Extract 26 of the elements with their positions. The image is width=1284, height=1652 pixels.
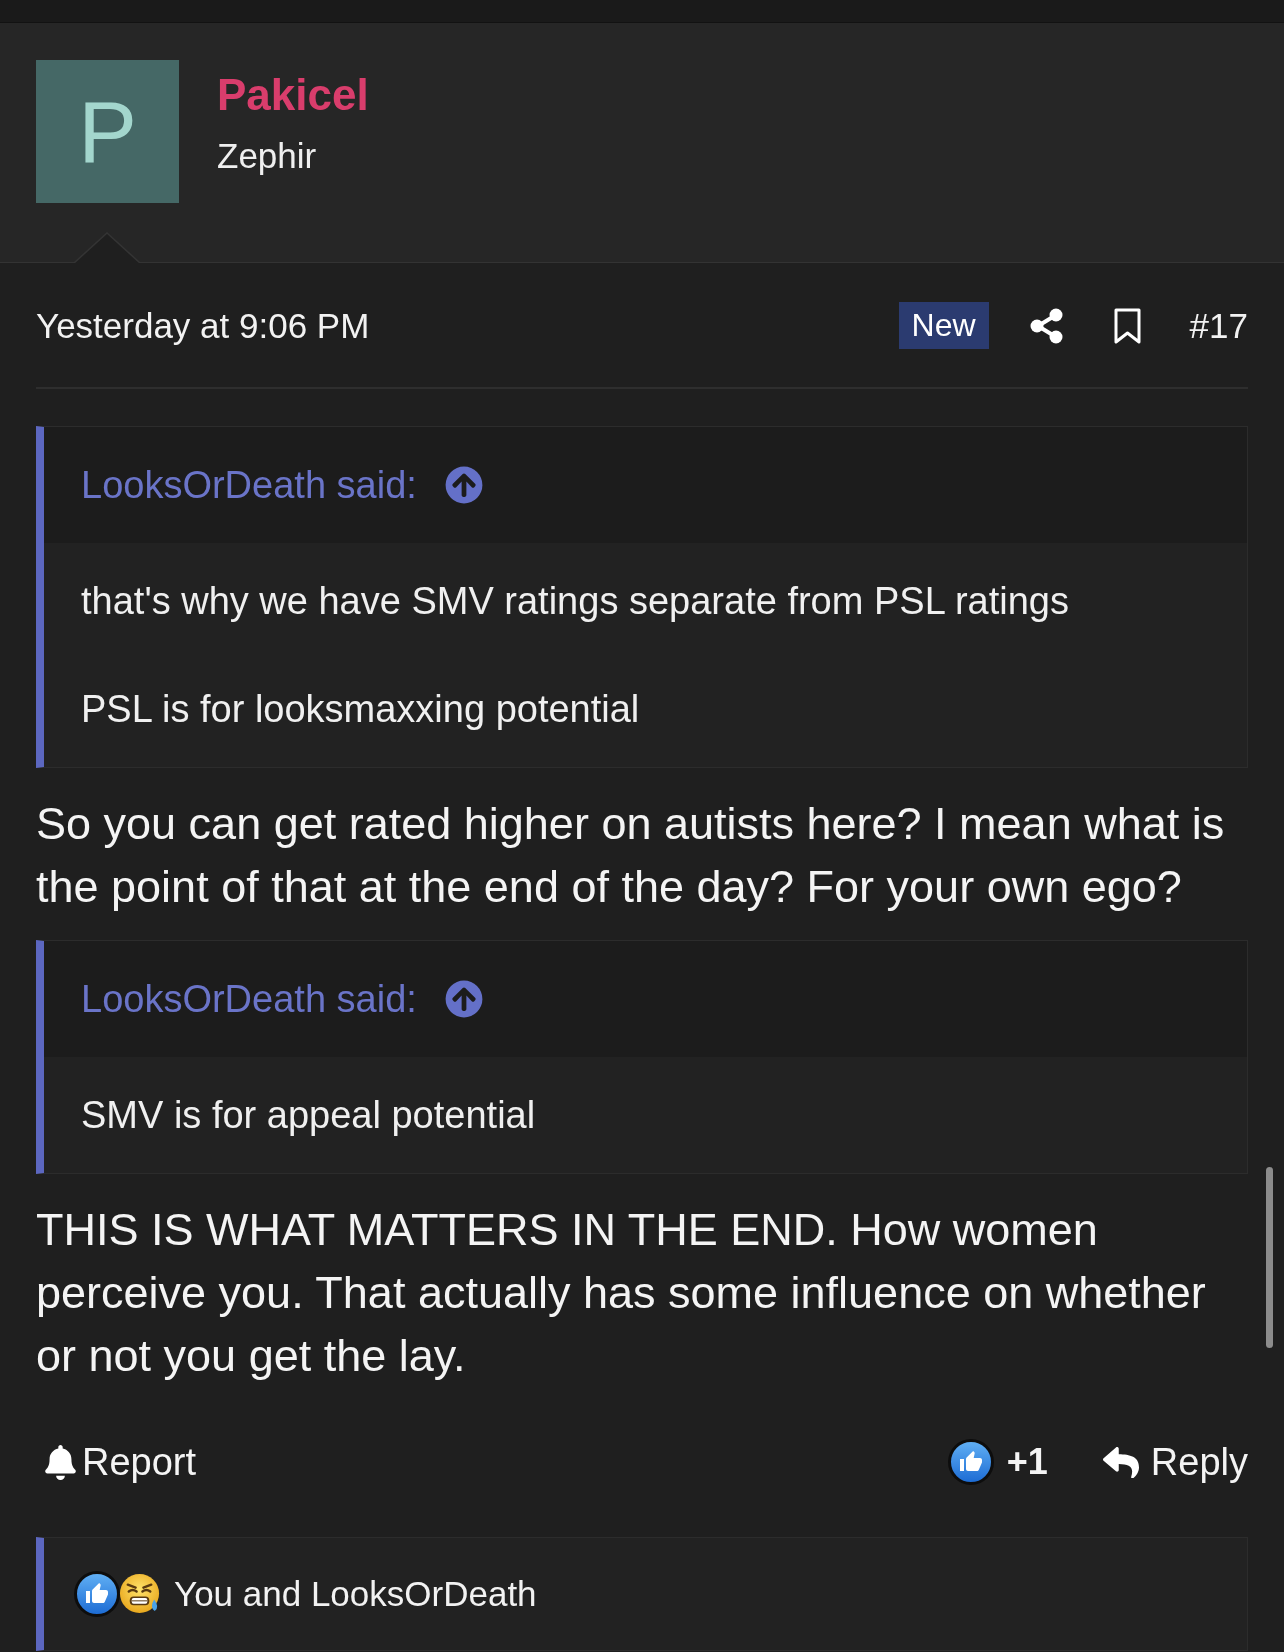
arrow-up-circle-icon[interactable] — [444, 980, 483, 1018]
avatar[interactable]: P — [36, 60, 179, 203]
post-number-link[interactable]: #17 — [1189, 302, 1248, 349]
bookmark-icon[interactable] — [1113, 307, 1141, 344]
like-button[interactable]: +1 — [947, 1437, 1048, 1487]
reactions-link[interactable]: You and LooksOrDeath — [174, 1569, 537, 1619]
quote-text: that's why we have SMV ratings separate from PSL ratings — [81, 579, 1070, 624]
thumbs-up-icon — [947, 1439, 994, 1485]
arrow-up-circle-icon[interactable] — [444, 466, 483, 504]
post-text: So you can get rated higher on autists here? I mean what is the point of that at the end of the day? For your own ego? — [36, 797, 1226, 914]
new-badge: New — [898, 302, 989, 349]
quote-text: SMV is for appeal potential — [81, 1093, 537, 1138]
report-button[interactable]: Report — [45, 1437, 197, 1487]
user-title: Zephir — [217, 135, 317, 177]
post-text: THIS IS WHAT MATTERS IN THE END. How women perceive you. That actually has some influence on whether or not you get the lay. — [36, 1203, 1207, 1383]
share-icon[interactable] — [1029, 307, 1063, 344]
quote-author-link[interactable]: LooksOrDeath said: — [81, 458, 417, 512]
quote-author-link[interactable]: LooksOrDeath said: — [81, 972, 417, 1026]
tearful-face-icon — [119, 1572, 162, 1616]
post-time: Yesterday at 9:06 PM — [36, 305, 370, 347]
quote-text: PSL is for looksmaxxing potential — [81, 687, 641, 732]
bell-icon — [45, 1444, 76, 1480]
reply-button[interactable]: Reply — [1102, 1437, 1248, 1487]
scrollbar-thumb[interactable] — [1266, 1167, 1273, 1348]
reply-arrow-icon — [1102, 1446, 1139, 1478]
thumbs-up-icon — [74, 1571, 120, 1617]
